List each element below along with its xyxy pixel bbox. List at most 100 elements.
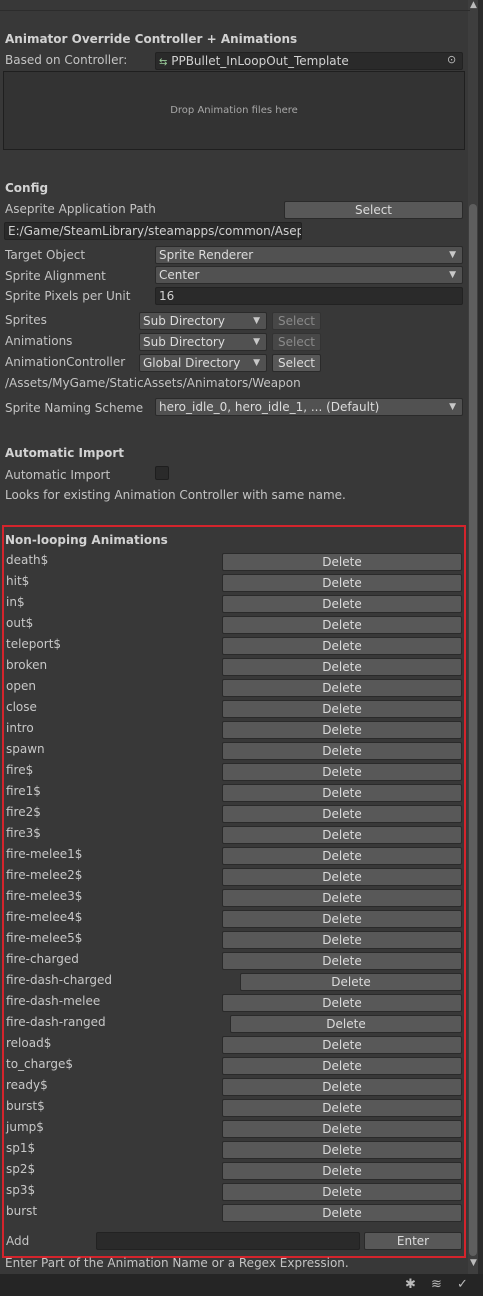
animation-name: ready$ xyxy=(6,1078,48,1092)
delete-button[interactable]: Delete xyxy=(222,1183,462,1201)
animation-name: sp1$ xyxy=(6,1141,36,1155)
dropdown-arrow-icon: ▼ xyxy=(449,402,456,412)
target-object-value: Sprite Renderer xyxy=(159,248,254,262)
animation-name: fire-melee2$ xyxy=(6,868,83,882)
window-edge xyxy=(478,0,483,1276)
delete-button[interactable]: Delete xyxy=(222,721,462,739)
animation-name: death$ xyxy=(6,553,49,567)
enter-button[interactable]: Enter xyxy=(364,1232,462,1250)
animation-name: sp3$ xyxy=(6,1183,36,1197)
delete-button[interactable]: Delete xyxy=(222,1204,462,1222)
animations-select-button[interactable]: Select xyxy=(272,333,321,351)
animation-name: jump$ xyxy=(6,1120,44,1134)
dropdown-arrow-icon: ▼ xyxy=(449,250,456,260)
delete-button[interactable]: Delete xyxy=(222,889,462,907)
dropdown-arrow-icon: ▼ xyxy=(449,270,456,280)
debug-icon[interactable]: ✱ xyxy=(405,1277,416,1292)
delete-button[interactable]: Delete xyxy=(222,595,462,613)
delete-button[interactable]: Delete xyxy=(222,1057,462,1075)
target-object-label: Target Object xyxy=(5,248,86,262)
sprites-label: Sprites xyxy=(5,313,47,327)
delete-button[interactable]: Delete xyxy=(222,574,462,592)
section-title-config: Config xyxy=(5,181,49,195)
animation-name: in$ xyxy=(6,595,25,609)
animation-name: fire-melee5$ xyxy=(6,931,83,945)
delete-button[interactable]: Delete xyxy=(222,742,462,760)
delete-button[interactable]: Delete xyxy=(222,679,462,697)
sprites-dropdown[interactable]: Sub Directory ▼ xyxy=(139,312,267,330)
delete-button[interactable]: Delete xyxy=(230,1015,462,1033)
animation-name: fire-melee3$ xyxy=(6,889,83,903)
auto-import-checkbox[interactable] xyxy=(155,466,169,480)
delete-button[interactable]: Delete xyxy=(222,1036,462,1054)
delete-button[interactable]: Delete xyxy=(222,1120,462,1138)
animation-name: to_charge$ xyxy=(6,1057,73,1071)
ppu-field[interactable]: 16 xyxy=(155,287,463,305)
animation-name: fire-charged xyxy=(6,952,79,966)
based-on-label: Based on Controller: xyxy=(5,53,128,67)
animation-name: fire3$ xyxy=(6,826,41,840)
delete-button[interactable]: Delete xyxy=(222,1141,462,1159)
delete-button[interactable]: Delete xyxy=(222,847,462,865)
animation-name: burst$ xyxy=(6,1099,45,1113)
animation-name: fire-dash-charged xyxy=(6,973,112,987)
delete-button[interactable]: Delete xyxy=(222,994,462,1012)
delete-button[interactable]: Delete xyxy=(222,784,462,802)
scrollbar-thumb[interactable] xyxy=(469,204,477,1256)
scroll-down-icon[interactable]: ▼ xyxy=(470,1258,477,1268)
controller-select-button[interactable]: Select xyxy=(272,354,321,372)
sprite-alignment-label: Sprite Alignment xyxy=(5,269,106,283)
delete-button[interactable]: Delete xyxy=(222,763,462,781)
controller-dropdown[interactable]: Global Directory ▼ xyxy=(139,354,267,372)
sprites-select-button[interactable]: Select xyxy=(272,312,321,330)
aseprite-path-field[interactable]: E:/Game/SteamLibrary/steamapps/common/As… xyxy=(4,222,302,240)
delete-button[interactable]: Delete xyxy=(222,868,462,886)
animation-name: reload$ xyxy=(6,1036,52,1050)
aseprite-select-button[interactable]: Select xyxy=(284,201,463,219)
animations-dropdown[interactable]: Sub Directory ▼ xyxy=(139,333,267,351)
dropdown-arrow-icon: ▼ xyxy=(253,337,260,347)
aseprite-path-label: Aseprite Application Path xyxy=(5,202,156,216)
delete-button[interactable]: Delete xyxy=(222,1078,462,1096)
delete-button[interactable]: Delete xyxy=(222,700,462,718)
delete-button[interactable]: Delete xyxy=(222,658,462,676)
ppu-label: Sprite Pixels per Unit xyxy=(5,289,131,303)
animation-name: hit$ xyxy=(6,574,30,588)
controller-asset-icon: ⇆ xyxy=(159,57,168,68)
sprite-alignment-dropdown[interactable]: Center ▼ xyxy=(155,266,463,284)
naming-scheme-dropdown[interactable]: hero_idle_0, hero_idle_1, ... (Default) ▼ xyxy=(155,398,463,416)
drop-area[interactable]: Drop Animation files here xyxy=(3,71,465,150)
delete-button[interactable]: Delete xyxy=(222,1099,462,1117)
add-hint: Enter Part of the Animation Name or a Re… xyxy=(5,1256,349,1270)
delete-button[interactable]: Delete xyxy=(222,910,462,928)
animation-name: close xyxy=(6,700,37,714)
add-input[interactable] xyxy=(96,1232,360,1250)
delete-button[interactable]: Delete xyxy=(222,637,462,655)
status-bar: ✱ ≋ ✓ xyxy=(0,1274,483,1296)
object-picker-icon[interactable]: ⊙ xyxy=(447,53,456,66)
controller-label: AnimationController xyxy=(5,355,126,369)
delete-button[interactable]: Delete xyxy=(222,1162,462,1180)
sprite-alignment-value: Center xyxy=(159,268,200,282)
animation-name: spawn xyxy=(6,742,45,756)
check-icon[interactable]: ✓ xyxy=(457,1277,468,1292)
delete-button[interactable]: Delete xyxy=(222,931,462,949)
target-object-dropdown[interactable]: Sprite Renderer ▼ xyxy=(155,246,463,264)
delete-button[interactable]: Delete xyxy=(222,826,462,844)
animation-name: open xyxy=(6,679,36,693)
animation-name: sp2$ xyxy=(6,1162,36,1176)
delete-button[interactable]: Delete xyxy=(222,553,462,571)
delete-button[interactable]: Delete xyxy=(240,973,462,991)
layers-icon[interactable]: ≋ xyxy=(431,1277,442,1292)
animation-name: fire-dash-ranged xyxy=(6,1015,106,1029)
based-on-controller-field[interactable]: ⇆ PPBullet_InLoopOut_Template xyxy=(155,52,463,70)
section-title-auto-import: Automatic Import xyxy=(5,446,125,460)
add-label: Add xyxy=(6,1234,30,1248)
delete-button[interactable]: Delete xyxy=(222,616,462,634)
delete-button[interactable]: Delete xyxy=(222,952,462,970)
auto-import-label: Automatic Import xyxy=(5,468,111,482)
animations-label: Animations xyxy=(5,334,73,348)
scroll-up-icon[interactable]: ▲ xyxy=(470,0,477,10)
delete-button[interactable]: Delete xyxy=(222,805,462,823)
naming-scheme-label: Sprite Naming Scheme xyxy=(5,401,144,415)
